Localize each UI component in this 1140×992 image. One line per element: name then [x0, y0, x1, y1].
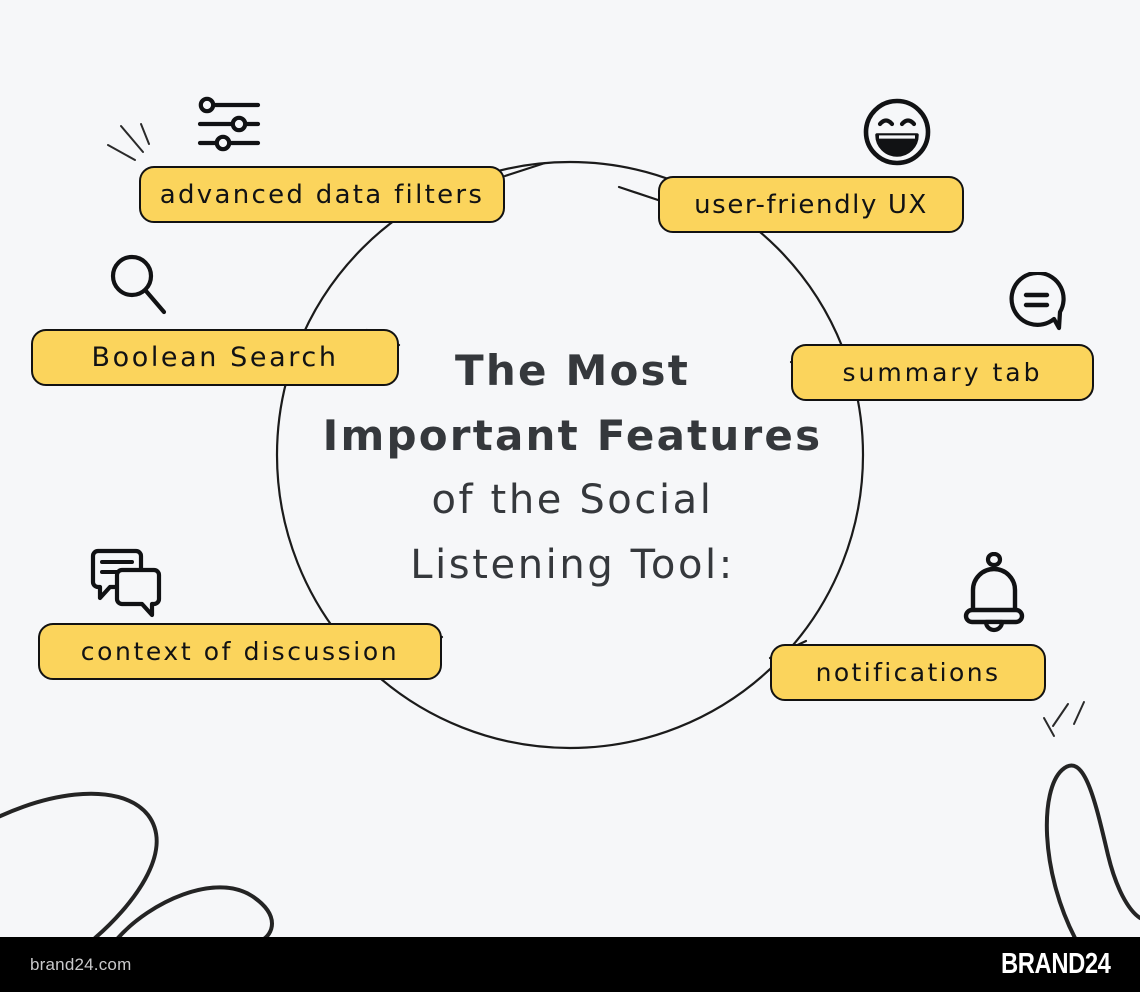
chat-bubbles-icon [90, 548, 162, 618]
smiley-face-icon [863, 98, 931, 166]
sliders-icon [197, 96, 261, 152]
feature-pill-notifications[interactable]: notifications [770, 644, 1046, 701]
feature-label: context of discussion [80, 637, 400, 666]
feature-pill-advanced-data-filters[interactable]: advanced data filters [139, 166, 505, 223]
feature-label: user-friendly UX [694, 189, 928, 220]
feature-label: Boolean Search [91, 342, 339, 373]
brand-logo-wordmark: BRAND24 [1000, 948, 1111, 980]
footer-website-url[interactable]: brand24.com [30, 955, 131, 975]
connector-user-friendly-ux [617, 185, 660, 202]
summary-bubble-icon [1009, 272, 1066, 331]
bell-icon [963, 552, 1025, 633]
sparkle-lines-icon [1043, 701, 1085, 737]
feature-pill-context-of-discussion[interactable]: context of discussion [38, 623, 442, 680]
title-line-4: Listening Tool: [410, 542, 735, 588]
infographic-canvas: advanced data filters user-friendly UX B… [0, 0, 1140, 992]
feature-label: summary tab [842, 358, 1043, 387]
feature-label: notifications [815, 658, 1001, 687]
feature-pill-summary-tab[interactable]: summary tab [791, 344, 1094, 401]
squiggle-bottom-left-lower [116, 885, 274, 942]
title-line-3: of the Social [431, 477, 714, 523]
sparkle-lines-icon [107, 123, 150, 161]
feature-pill-boolean-search[interactable]: Boolean Search [31, 329, 399, 386]
chat-bubble-front [114, 567, 162, 618]
footer-bar: brand24.com BRAND24 [0, 937, 1140, 992]
feature-label: advanced data filters [159, 179, 485, 210]
connector-advanced-data-filters [503, 161, 547, 178]
magnifier-icon [110, 254, 167, 315]
squiggle-bottom-left-upper [0, 791, 159, 940]
squiggle-bottom-right [1044, 763, 1140, 940]
feature-pill-user-friendly-ux[interactable]: user-friendly UX [658, 176, 964, 233]
title-line-2: Important Features [322, 411, 823, 460]
